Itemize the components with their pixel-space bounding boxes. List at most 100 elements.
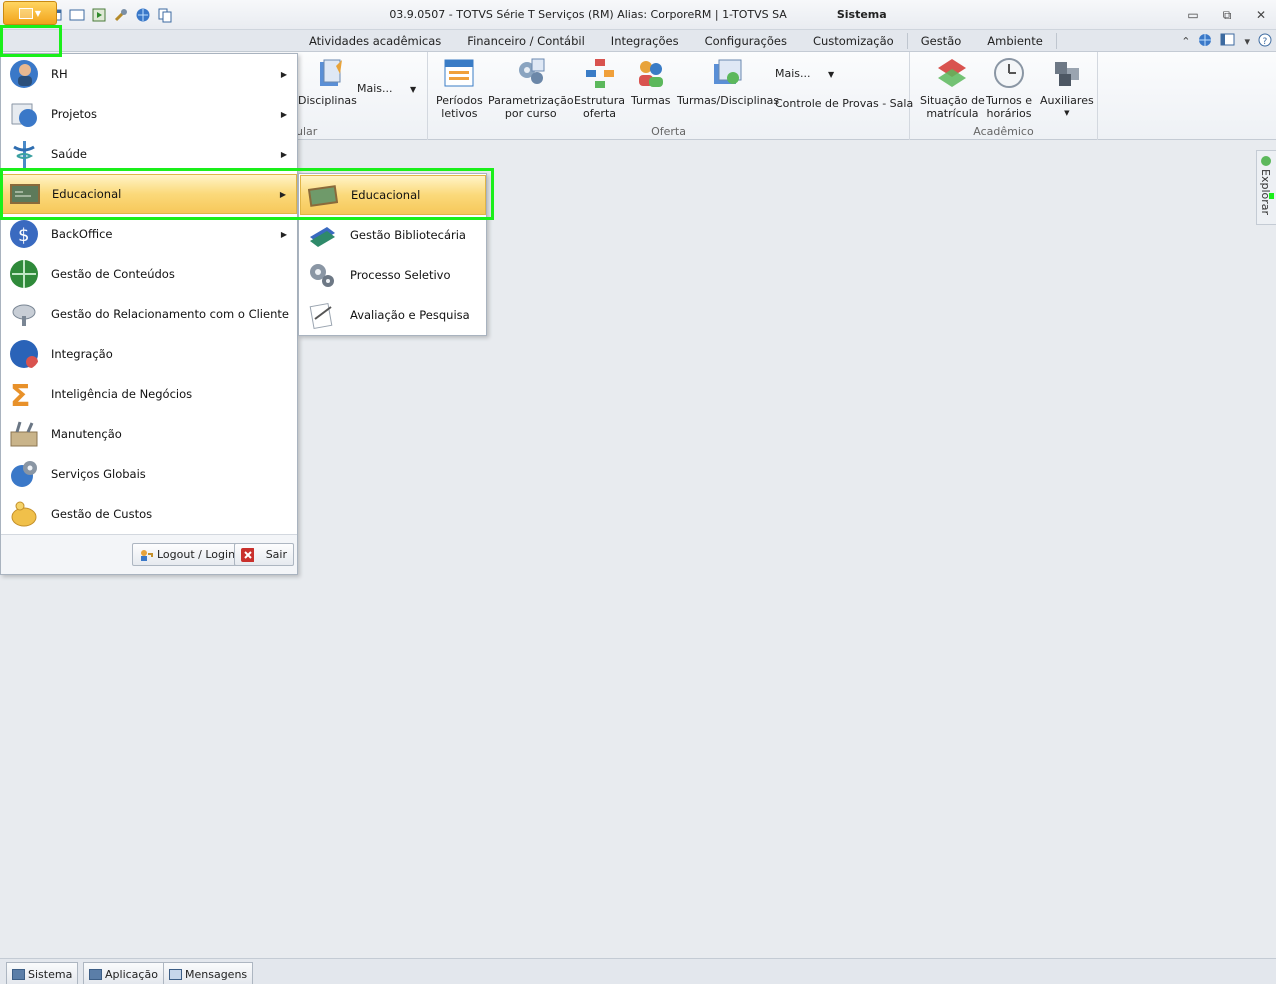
messages-icon (169, 968, 182, 980)
turmas-button[interactable]: Turmas (631, 56, 671, 107)
menu-item-saude[interactable]: Saúde ▶ (2, 134, 297, 174)
parametrizacao-por-curso-button[interactable]: Parametrização por curso (488, 56, 574, 120)
ribbon-tab-right-controls: ⌃ ▾ ? (1181, 33, 1272, 50)
menu-item-manutencao[interactable]: Manutenção (2, 414, 297, 454)
menu-item-label: RH (51, 67, 68, 81)
disciplinas-button[interactable]: Disciplinas (298, 56, 357, 107)
explorer-label: Explorar (1259, 169, 1272, 216)
mais-curricular-button[interactable]: Mais... ▼ (357, 82, 416, 95)
menu-grid-icon (18, 7, 33, 19)
submenu-item-educacional[interactable]: Educacional (300, 175, 486, 215)
tab-financeiro-contabil[interactable]: Financeiro / Contábil (454, 30, 598, 52)
tab-atividades-academicas[interactable]: Atividades acadêmicas (296, 30, 454, 52)
mais-oferta-label: Mais... (775, 67, 811, 80)
turmas-label: Turmas (631, 94, 671, 107)
tab-customizacao[interactable]: Customização (800, 30, 907, 52)
layout-icon[interactable] (1220, 33, 1236, 50)
estrutura-oferta-button[interactable]: Estrutura oferta (574, 56, 625, 120)
restore-icon[interactable]: ⧉ (1218, 6, 1236, 24)
window-title-text: 03.9.0507 - TOTVS Série T Serviços (RM) … (389, 8, 787, 21)
group-title-academico: Acadêmico (973, 125, 1034, 138)
status-tab-mensagens[interactable]: Mensagens (163, 962, 254, 984)
status-cubes-icon (938, 59, 967, 87)
toolbox-icon (10, 421, 38, 447)
disciplinas-label: Disciplinas (298, 94, 357, 107)
mais-oferta-button[interactable]: Mais... ▼ (775, 67, 834, 80)
dollar-icon: $ (10, 220, 38, 248)
submenu-item-avaliacao-e-pesquisa[interactable]: Avaliação e Pesquisa (300, 295, 486, 335)
chalkboard-icon (10, 184, 40, 204)
periodos-letivos-button[interactable]: Períodos letivos (436, 56, 483, 120)
menu-item-gestao-de-conteudos[interactable]: Gestão de Conteúdos (2, 254, 297, 294)
chevron-right-icon: ▶ (280, 109, 287, 119)
chevron-right-icon: ▶ (279, 189, 286, 199)
sair-label: Sair (265, 548, 287, 561)
ribbon-tab-strip: Atividades acadêmicas Financeiro / Contá… (0, 30, 1276, 52)
collapse-ribbon-icon[interactable]: ⌃ (1181, 35, 1190, 48)
folder-book-icon (320, 59, 343, 86)
chevron-right-icon: ▶ (280, 149, 287, 159)
submenu-item-label: Gestão Bibliotecária (350, 228, 466, 242)
menu-item-integracao[interactable]: Integração (2, 334, 297, 374)
submenu-item-processo-seletivo[interactable]: Processo Seletivo (300, 255, 486, 295)
calendar-icon (444, 59, 474, 87)
application-menu-footer: Logout / Login Sair (1, 534, 297, 574)
menu-item-label: Gestão de Conteúdos (51, 267, 175, 281)
users-group-icon (638, 61, 663, 87)
explorer-icon (1261, 156, 1271, 166)
menu-item-label: Saúde (51, 147, 88, 161)
chevron-down-icon: ▼ (1064, 109, 1070, 117)
tab-gestao[interactable]: Gestão (908, 30, 975, 52)
sair-button[interactable]: Sair (234, 543, 294, 566)
ribbon-tabs: Atividades acadêmicas Financeiro / Contá… (296, 30, 1057, 52)
status-tab-aplicacao[interactable]: Aplicação (83, 962, 164, 984)
tab-ambiente[interactable]: Ambiente (974, 30, 1056, 52)
help-icon[interactable]: ? (1258, 33, 1272, 50)
menu-item-inteligencia-de-negocios[interactable]: Σ Inteligência de Negócios (2, 374, 297, 414)
controle-de-provas-sala-button[interactable]: Controle de Provas - Sala (775, 97, 913, 110)
parametrizacao-por-curso-label: Parametrização por curso (488, 94, 574, 120)
projects-globe-icon (11, 103, 37, 127)
application-menu-button[interactable]: ▼ (3, 1, 57, 25)
window-controls: ▭ ⧉ ✕ (1184, 6, 1270, 24)
explorer-side-tab[interactable]: Explorar (1256, 150, 1276, 225)
group-title-curricular: ular (296, 125, 318, 138)
minimize-icon[interactable]: ▭ (1184, 6, 1202, 24)
globe-icon[interactable] (1198, 33, 1212, 50)
folder-users-icon (714, 59, 742, 84)
turnos-e-horarios-button[interactable]: Turnos e horários (986, 56, 1032, 120)
auxiliares-button[interactable]: Auxiliares ▼ (1040, 56, 1094, 120)
integration-globe-icon (10, 340, 38, 368)
close-icon[interactable]: ✕ (1252, 6, 1270, 24)
chevron-right-icon: ▶ (280, 229, 287, 239)
status-tab-sistema[interactable]: Sistema (6, 962, 79, 984)
menu-item-servicos-globais[interactable]: Serviços Globais (2, 454, 297, 494)
turmas-disciplinas-button[interactable]: Turmas/Disciplinas (677, 56, 779, 107)
submenu-item-label: Processo Seletivo (350, 268, 451, 282)
menu-item-label: Integração (51, 347, 113, 361)
chevron-down-icon: ▼ (34, 8, 42, 18)
tab-integracoes[interactable]: Integrações (598, 30, 692, 52)
situacao-de-matricula-button[interactable]: Situação de matrícula (920, 56, 985, 120)
gears-book-icon (518, 58, 545, 84)
menu-item-projetos[interactable]: Projetos ▶ (2, 94, 297, 134)
status-bar: Sistema Aplicação Mensagens (0, 958, 1276, 984)
menu-item-gestao-de-custos[interactable]: Gestão de Custos (2, 494, 297, 534)
menu-item-backoffice[interactable]: $ BackOffice ▶ (2, 214, 297, 254)
menu-item-label: Projetos (51, 107, 98, 121)
menu-item-rh[interactable]: RH ▶ (2, 54, 297, 94)
chevron-down-icon[interactable]: ▾ (1244, 35, 1250, 48)
tab-separator (1055, 33, 1057, 49)
logout-login-button[interactable]: Logout / Login (132, 543, 243, 566)
satellite-dish-icon (12, 304, 36, 326)
menu-item-label: Inteligência de Negócios (51, 387, 193, 401)
svg-text:?: ? (1263, 37, 1268, 47)
svg-text:$: $ (18, 225, 29, 246)
menu-item-label: Manutenção (51, 427, 122, 441)
tab-configuracoes[interactable]: Configurações (692, 30, 800, 52)
cubes-icon (1054, 62, 1079, 86)
menu-item-gestao-relacionamento-cliente[interactable]: Gestão do Relacionamento com o Cliente (2, 294, 297, 334)
auxiliares-label: Auxiliares (1040, 94, 1094, 107)
submenu-item-gestao-bibliotecaria[interactable]: Gestão Bibliotecária (300, 215, 486, 255)
menu-item-educacional[interactable]: Educacional ▶ (2, 174, 297, 214)
